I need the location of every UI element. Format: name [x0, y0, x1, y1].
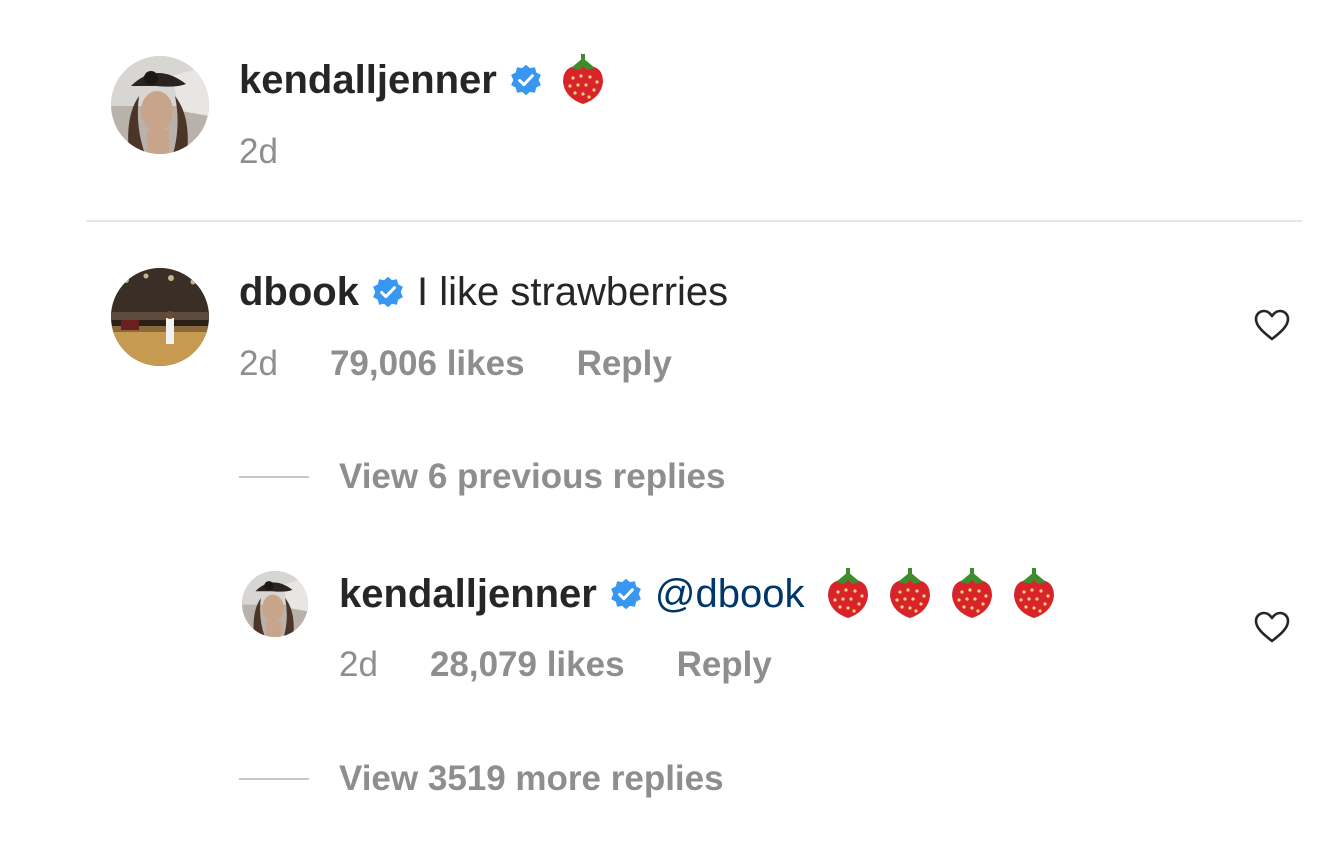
view-more-replies-button[interactable]: View 3519 more replies: [239, 757, 724, 801]
replies-dash: [239, 476, 309, 478]
reply-emoji-row: [824, 568, 1058, 620]
comment-likes[interactable]: 79,006 likes: [330, 344, 525, 384]
strawberry-icon: [824, 568, 872, 620]
caption-username[interactable]: kendalljenner: [239, 58, 497, 103]
comment-time: 2d: [239, 344, 278, 383]
comments-screen: kendalljenner 2d dbook I like strawberri…: [0, 0, 1332, 852]
reply-reply-button[interactable]: Reply: [677, 645, 772, 685]
replies-dash: [239, 778, 309, 780]
reply-username[interactable]: kendalljenner: [339, 572, 597, 617]
avatar-kendalljenner[interactable]: [111, 56, 209, 154]
comment-meta: 2d 79,006 likes Reply: [239, 342, 672, 386]
comment-reply-button[interactable]: Reply: [577, 344, 672, 384]
strawberry-icon: [886, 568, 934, 620]
view-previous-replies-button[interactable]: View 6 previous replies: [239, 455, 726, 499]
avatar-dbook[interactable]: [111, 268, 209, 366]
caption-line: kendalljenner: [239, 54, 607, 106]
verified-badge-icon: [509, 63, 543, 97]
strawberry-icon: [1010, 568, 1058, 620]
verified-badge-icon: [371, 275, 405, 309]
reply-line: kendalljenner @dbook: [339, 568, 1058, 620]
comment-text: I like strawberries: [416, 269, 729, 314]
reply-time: 2d: [339, 645, 378, 684]
reply-meta: 2d 28,079 likes Reply: [339, 643, 772, 687]
strawberry-icon: [948, 568, 996, 620]
heart-icon[interactable]: [1253, 610, 1291, 644]
caption-time: 2d: [239, 132, 278, 171]
view-more-label: View 3519 more replies: [339, 759, 724, 798]
heart-icon[interactable]: [1253, 308, 1291, 342]
reply-mention-link[interactable]: @dbook: [655, 572, 805, 617]
verified-badge-icon: [609, 577, 643, 611]
avatar-kendalljenner-reply[interactable]: [242, 571, 308, 637]
strawberry-icon: [559, 54, 607, 106]
view-previous-label: View 6 previous replies: [339, 457, 726, 496]
reply-likes[interactable]: 28,079 likes: [430, 645, 625, 685]
caption-meta: 2d: [239, 130, 278, 174]
comment-line: dbook I like strawberries: [239, 268, 728, 316]
comment-username[interactable]: dbook: [239, 270, 359, 315]
caption-divider: [86, 220, 1302, 222]
